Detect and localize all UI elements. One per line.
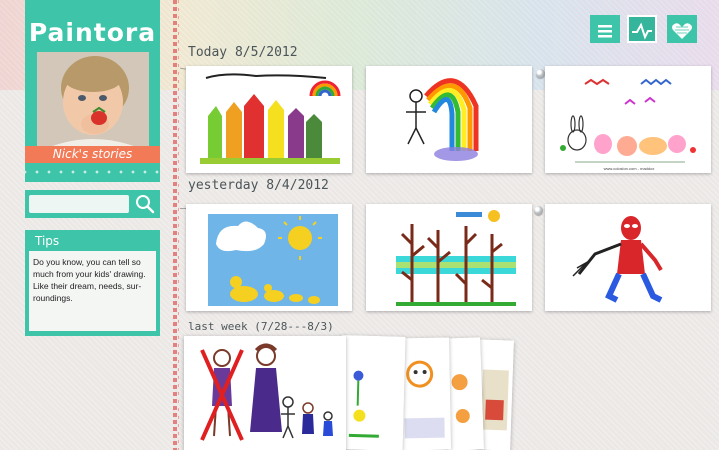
drawing-card[interactable] xyxy=(186,66,352,173)
section-label-yesterday: yesterday 8/4/2012 xyxy=(188,178,329,193)
search-button[interactable] xyxy=(133,193,156,215)
sidebar: Paintora Nick's stories Tips Do you know… xyxy=(25,0,160,450)
trees-river-drawing xyxy=(366,204,532,311)
bunnies-flowers-drawing: www.coloslon.com - maddox xyxy=(545,66,711,173)
timeline-view-button[interactable] xyxy=(627,15,657,43)
drawing-card[interactable] xyxy=(366,66,532,173)
drawing-card[interactable] xyxy=(184,336,346,450)
family-drawing xyxy=(184,336,346,450)
search-box xyxy=(25,190,160,218)
drawing-card-stacked[interactable] xyxy=(397,337,451,450)
stitch-line xyxy=(173,0,177,450)
ducks-sun-drawing xyxy=(186,204,352,311)
list-view-button[interactable] xyxy=(590,15,620,43)
avatar[interactable] xyxy=(37,52,149,148)
list-icon xyxy=(598,25,612,38)
drawing-card[interactable] xyxy=(545,204,711,311)
app-logo: Paintora xyxy=(28,18,157,47)
tips-body: Do you know, you can tell so much from y… xyxy=(29,251,156,331)
drawing-card-stacked[interactable] xyxy=(338,335,406,450)
scallop-dots xyxy=(25,170,160,174)
scallop-edge xyxy=(25,166,160,182)
stacked-drawing xyxy=(338,335,406,450)
pin xyxy=(536,69,545,78)
favorites-view-button[interactable] xyxy=(667,15,697,43)
houses-rainbow-drawing xyxy=(186,66,352,173)
section-label-today: Today 8/5/2012 xyxy=(188,45,298,60)
drawing-caption: www.coloslon.com - maddox xyxy=(604,166,655,171)
profile-card[interactable]: Paintora Nick's stories xyxy=(25,0,160,182)
stick-figure-rainbow-drawing xyxy=(366,66,532,173)
stitch-line-secondary xyxy=(178,0,179,450)
pin xyxy=(534,206,543,215)
heart-icon xyxy=(672,23,692,39)
drawing-card[interactable] xyxy=(186,204,352,311)
timeline-icon xyxy=(632,22,652,40)
stacked-drawing xyxy=(397,337,451,450)
section-label-last-week: last week (7/28---8/3) xyxy=(188,320,334,333)
spiderman-drawing xyxy=(545,204,711,311)
search-input[interactable] xyxy=(29,195,129,213)
tips-title: Tips xyxy=(35,234,60,248)
tips-card: Tips Do you know, you can tell so much f… xyxy=(25,230,160,336)
drawing-card[interactable]: www.coloslon.com - maddox xyxy=(545,66,711,173)
profile-name: Nick's stories xyxy=(25,146,160,163)
drawing-card[interactable] xyxy=(366,204,532,311)
search-icon xyxy=(135,195,154,214)
